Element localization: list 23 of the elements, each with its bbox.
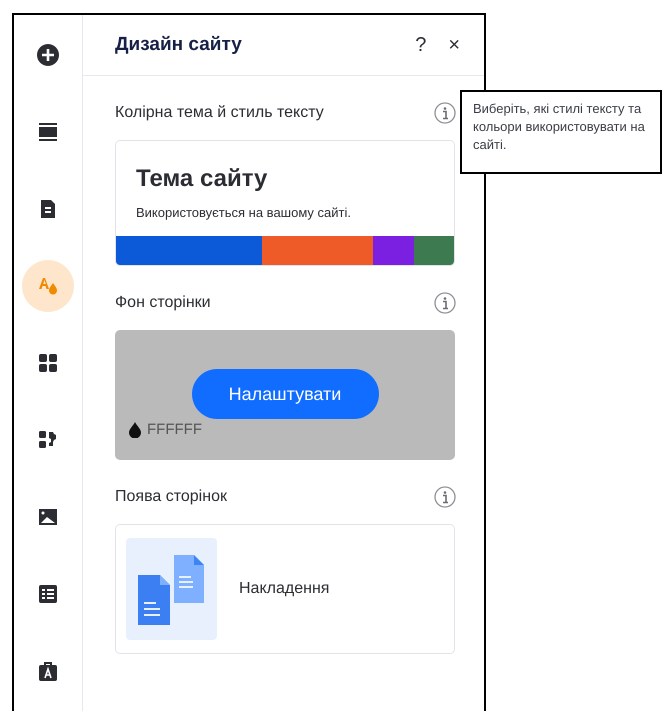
- color-code: FFFFFF: [147, 421, 202, 438]
- stacked-bars-icon: [36, 120, 60, 144]
- help-button[interactable]: ?: [413, 34, 428, 56]
- info-icon[interactable]: [434, 292, 456, 314]
- theme-title: Тема сайту: [136, 165, 268, 193]
- transition-card[interactable]: Накладення: [115, 524, 455, 654]
- briefcase-icon: [36, 659, 60, 683]
- close-button[interactable]: ×: [446, 34, 462, 56]
- grid-icon: [36, 351, 60, 375]
- tooltip: Виберіть, які стилі тексту та кольори використовувати на сайті.: [460, 90, 662, 174]
- info-icon[interactable]: [434, 102, 456, 124]
- section-label: Поява сторінок: [115, 488, 227, 506]
- panel-title: Дизайн сайту: [115, 34, 243, 56]
- transition-option: Накладення: [239, 580, 330, 598]
- section-label: Фон сторінки: [115, 294, 211, 312]
- customize-button[interactable]: Налаштувати: [192, 369, 378, 419]
- drop-icon: [129, 422, 141, 438]
- plus-circle-icon: [36, 43, 60, 67]
- section-label: Колірна тема й стиль тексту: [115, 104, 324, 122]
- theme-card[interactable]: Тема сайту Використовується на вашому сайті.: [115, 140, 455, 266]
- info-icon[interactable]: [434, 486, 456, 508]
- table-icon: [36, 582, 60, 606]
- theme-subtitle: Використовується на вашому сайті.: [136, 205, 352, 220]
